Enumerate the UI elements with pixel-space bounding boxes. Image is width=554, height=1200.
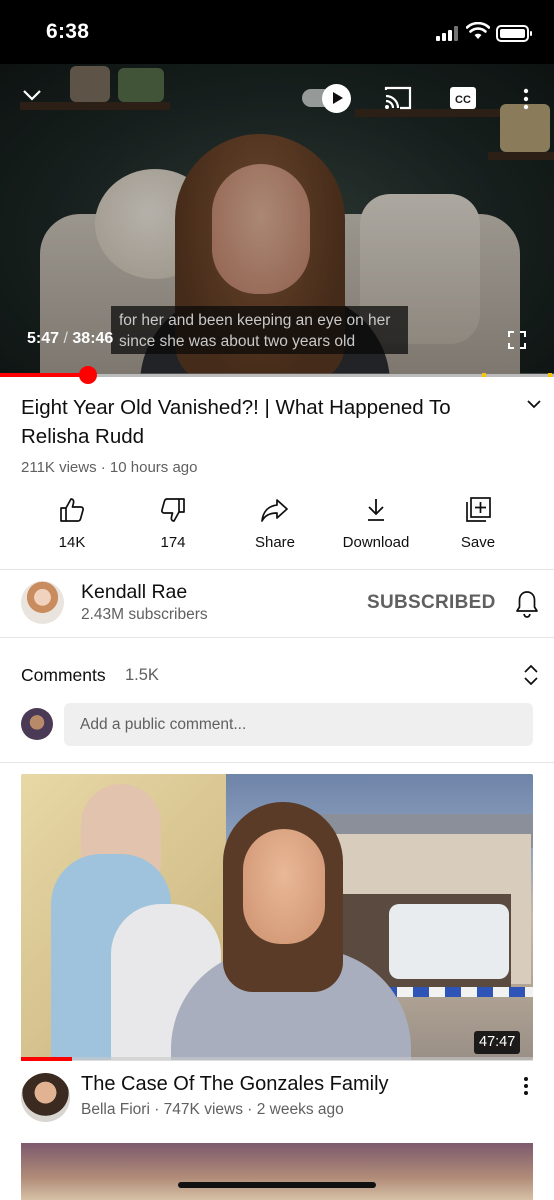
next-channel-avatar[interactable] xyxy=(21,1073,70,1122)
time-separator: / xyxy=(63,330,68,347)
comments-title: Comments xyxy=(21,665,106,685)
thumbnail-police-tape xyxy=(381,987,533,997)
status-time: 6:38 xyxy=(46,20,90,43)
chevron-down-icon[interactable] xyxy=(526,398,542,410)
expand-collapse-icon[interactable] xyxy=(522,664,540,686)
action-bar: 14K 174 Share Download Save xyxy=(0,496,554,556)
time-display: 5:47 / 38:46 xyxy=(27,330,113,348)
channel-name[interactable]: Kendall Rae xyxy=(81,581,187,604)
caption-line: for her and been keeping an eye on her xyxy=(119,312,391,329)
share-button[interactable]: Share xyxy=(230,496,320,551)
next-video-thumbnail[interactable] xyxy=(21,1143,533,1200)
thumbnail-car xyxy=(389,904,509,979)
more-vert-icon[interactable] xyxy=(522,88,530,110)
play-icon xyxy=(322,84,351,113)
captions-box: for her and been keeping an eye on her s… xyxy=(111,306,408,354)
channel-subscribers: 2.43M subscribers xyxy=(81,606,208,623)
dislike-button[interactable]: 174 xyxy=(128,496,218,551)
like-count: 14K xyxy=(58,534,86,551)
caption-line: since she was about two years old xyxy=(119,333,356,350)
divider xyxy=(0,762,554,763)
seek-bar-played xyxy=(0,373,89,377)
next-video-meta: Bella Fiori · 747K views · 2 weeks ago xyxy=(81,1101,344,1118)
watched-progress xyxy=(21,1057,533,1061)
video-title[interactable]: Eight Year Old Vanished?! | What Happene… xyxy=(21,393,491,451)
dislike-count: 174 xyxy=(160,534,186,551)
thumbs-down-icon xyxy=(161,498,185,522)
save-button[interactable]: Save xyxy=(433,496,523,551)
cc-icon[interactable]: CC xyxy=(450,87,476,109)
divider xyxy=(0,637,554,638)
user-avatar xyxy=(21,708,53,740)
battery-icon xyxy=(496,25,532,42)
watched-progress-fill xyxy=(21,1057,73,1061)
more-vert-icon[interactable] xyxy=(522,1076,530,1096)
status-bar: 6:38 xyxy=(0,0,554,64)
save-playlist-icon xyxy=(466,497,491,522)
chevron-down-icon[interactable] xyxy=(22,88,42,102)
next-video-thumbnail[interactable] xyxy=(21,774,533,1060)
wifi-icon xyxy=(466,22,490,39)
share-label: Share xyxy=(254,534,296,551)
next-video-title[interactable]: The Case Of The Gonzales Family xyxy=(81,1073,389,1096)
video-player[interactable]: CC for her and been keeping an eye on he… xyxy=(0,64,554,374)
channel-avatar[interactable] xyxy=(21,581,64,624)
duration-badge: 47:47 xyxy=(474,1031,521,1054)
thumbs-up-icon xyxy=(60,498,84,522)
home-indicator[interactable] xyxy=(178,1182,376,1188)
share-icon xyxy=(261,499,288,522)
download-icon xyxy=(368,499,384,521)
total-duration: 38:46 xyxy=(72,330,114,347)
cast-icon[interactable] xyxy=(384,86,412,110)
like-button[interactable]: 14K xyxy=(27,496,117,551)
thumbnail-presenter-face xyxy=(243,829,325,944)
divider xyxy=(0,569,554,570)
comments-count: 1.5K xyxy=(125,666,159,684)
seek-scrubber[interactable] xyxy=(79,366,97,384)
subscribe-button[interactable]: SUBSCRIBED xyxy=(367,592,496,614)
download-button[interactable]: Download xyxy=(331,496,421,551)
svg-text:CC: CC xyxy=(455,94,471,106)
save-label: Save xyxy=(460,534,496,551)
fullscreen-icon[interactable] xyxy=(508,331,526,349)
ad-marker xyxy=(548,373,552,377)
current-time: 5:47 xyxy=(27,330,60,347)
cellular-signal-icon xyxy=(436,26,458,41)
ad-marker xyxy=(482,373,486,377)
download-label: Download xyxy=(342,534,410,551)
comment-input[interactable] xyxy=(64,703,533,746)
bell-icon[interactable] xyxy=(514,589,540,619)
video-meta: 211K views · 10 hours ago xyxy=(21,459,198,476)
